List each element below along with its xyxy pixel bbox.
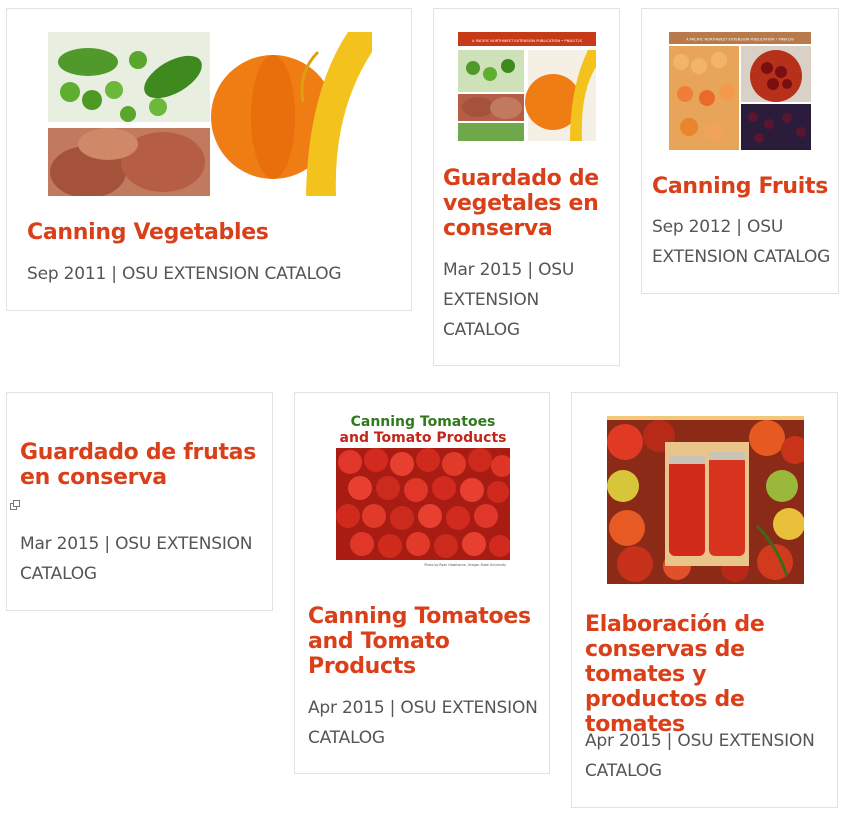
catalog-card[interactable]: Canning Tomatoes and Tomato Products Pho… bbox=[294, 392, 550, 774]
card-title[interactable]: Canning Vegetables bbox=[27, 220, 397, 245]
cover-image[interactable]: Canning Tomatoes and Tomato Products Pho… bbox=[336, 414, 510, 568]
cover-image[interactable] bbox=[607, 416, 804, 584]
card-meta: Apr 2015 | OSU EXTENSION CATALOG bbox=[308, 698, 538, 748]
card-title[interactable]: Guardado de frutas en conserva bbox=[20, 440, 265, 490]
card-title[interactable]: Elaboración de conservas de tomates y pr… bbox=[585, 612, 830, 737]
catalog-card[interactable]: Guardado de frutas en conserva Mar 2015 … bbox=[6, 392, 273, 611]
cover-heading: Canning Tomatoes bbox=[351, 414, 496, 430]
cover-banner: A PACIFIC NORTHWEST EXTENSION PUBLICATIO… bbox=[686, 38, 794, 42]
card-meta: Mar 2015 | OSU EXTENSION CATALOG bbox=[20, 534, 253, 584]
cover-banner: A PACIFIC NORTHWEST EXTENSION PUBLICATIO… bbox=[472, 39, 583, 43]
card-title[interactable]: Guardado de vegetales en conserva bbox=[443, 166, 613, 241]
catalog-card[interactable]: Elaboración de conservas de tomates y pr… bbox=[571, 392, 838, 808]
card-meta: Mar 2015 | OSU EXTENSION CATALOG bbox=[443, 260, 575, 340]
card-meta: Apr 2015 | OSU EXTENSION CATALOG bbox=[585, 731, 815, 781]
card-meta: Sep 2012 | OSU EXTENSION CATALOG bbox=[652, 217, 831, 267]
card-title[interactable]: Canning Tomatoes and Tomato Products bbox=[308, 604, 538, 679]
catalog-card[interactable]: Canning Vegetables Sep 2011 | OSU EXTENS… bbox=[6, 8, 412, 311]
card-title[interactable]: Canning Fruits bbox=[652, 174, 832, 199]
cover-image[interactable] bbox=[48, 32, 372, 196]
cover-credit: Photo by Ryan Hawthorne, Oregon State Un… bbox=[424, 563, 506, 567]
catalog-card[interactable]: A PACIFIC NORTHWEST EXTENSION PUBLICATIO… bbox=[641, 8, 839, 294]
cover-image[interactable]: A PACIFIC NORTHWEST EXTENSION PUBLICATIO… bbox=[458, 32, 596, 141]
cover-heading: and Tomato Products bbox=[340, 430, 507, 446]
catalog-card[interactable]: A PACIFIC NORTHWEST EXTENSION PUBLICATIO… bbox=[433, 8, 620, 366]
cover-image[interactable]: A PACIFIC NORTHWEST EXTENSION PUBLICATIO… bbox=[669, 32, 811, 150]
external-link-icon[interactable] bbox=[10, 497, 20, 510]
card-meta: Sep 2011 | OSU EXTENSION CATALOG bbox=[27, 264, 342, 284]
